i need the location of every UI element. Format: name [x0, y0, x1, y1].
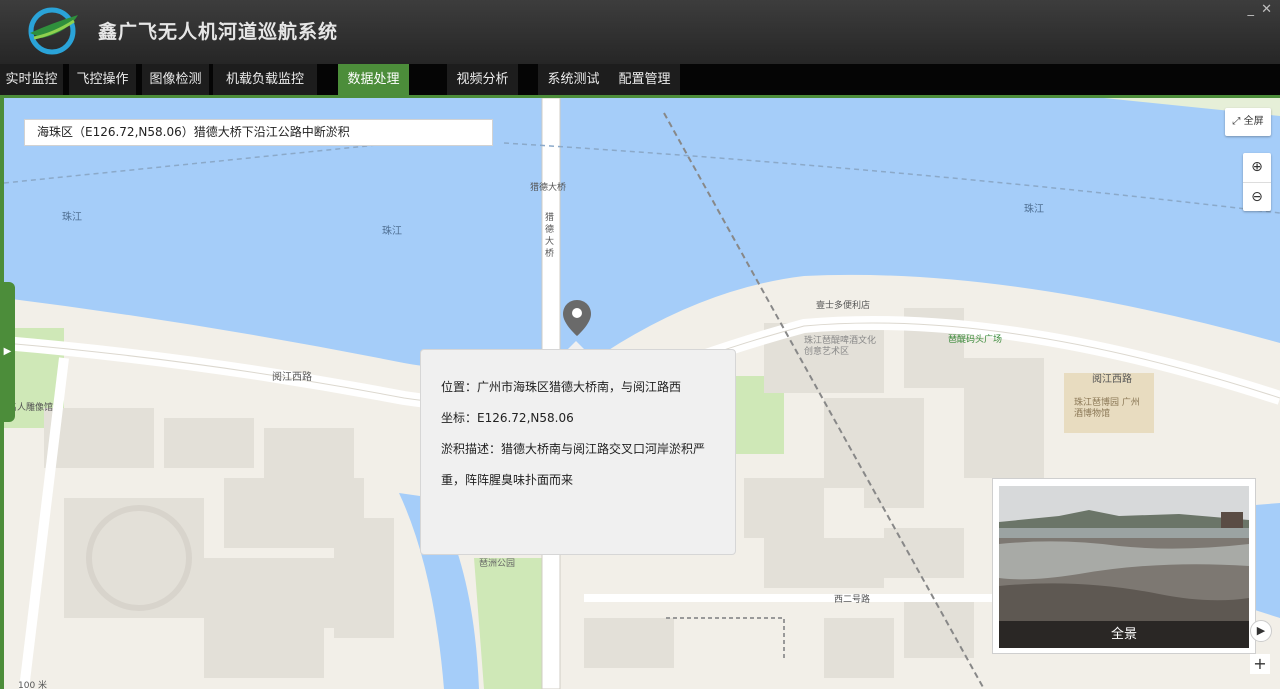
popup-coords: 坐标：E126.72,N58.06: [441, 411, 574, 425]
map-label-river: 珠江: [382, 226, 402, 237]
map-scale: 100 米: [18, 681, 48, 689]
next-arrow-icon[interactable]: ▶: [1250, 620, 1272, 642]
zoom-controls: ⊕ ⊖: [1243, 153, 1271, 211]
panorama-caption: 全景: [999, 621, 1249, 648]
panorama-photo[interactable]: 全景: [999, 486, 1249, 648]
fullscreen-label: 全屏: [1243, 116, 1264, 127]
popup-position: 位置：广州市海珠区猎德大桥南，与阅江路西: [441, 380, 682, 394]
menu-payload-monitor[interactable]: 机载负载监控: [213, 64, 317, 95]
title-bar: 鑫广飞无人机河道巡航系统 _ ✕: [0, 0, 1280, 64]
map-label-bridge-char: 桥: [545, 249, 555, 259]
expand-icon: ⤢: [1232, 116, 1241, 127]
menu-video-analysis[interactable]: 视频分析: [447, 64, 518, 95]
info-popup: 位置：广州市海珠区猎德大桥南，与阅江路西 坐标：E126.72,N58.06 淤…: [420, 349, 736, 555]
map-label-bridge-char: 大: [545, 237, 555, 247]
popup-description: 淤积描述：猎德大桥南与阅江路交叉口河岸淤积严: [441, 442, 706, 456]
map-label-bridge-char: 德: [545, 225, 555, 235]
main-menu: 实时监控 飞控操作 图像检测 机载负载监控 数据处理 视频分析 系统测试 配置管…: [0, 64, 1280, 95]
location-info-bar: 海珠区（E126.72,N58.06）猎德大桥下沿江公路中断淤积: [24, 119, 493, 146]
fullscreen-button[interactable]: ⤢ 全屏: [1225, 108, 1271, 136]
map-label-river: 珠江: [1024, 204, 1044, 215]
menu-system-test[interactable]: 系统测试: [538, 64, 609, 95]
app-logo: [28, 7, 78, 55]
map-label-bridge-char: 猎: [545, 213, 555, 223]
map-label-park2: 琶洲公园: [479, 559, 516, 569]
app-title: 鑫广飞无人机河道巡航系统: [98, 21, 339, 43]
minimize-button[interactable]: _: [1248, 2, 1255, 17]
side-panel-toggle-icon[interactable]: ▶: [0, 282, 15, 422]
map-label-river: 珠江: [62, 212, 82, 223]
zoom-out-icon[interactable]: ⊖: [1243, 182, 1271, 212]
panorama-card[interactable]: 全景: [992, 478, 1256, 654]
map-label-bridge: 猎德大桥: [530, 183, 567, 193]
map-label-park: 珠江琶醍啤酒文化创意艺术区: [804, 336, 877, 357]
menu-config[interactable]: 配置管理: [609, 64, 680, 95]
map-label-road: 阅江西路: [272, 372, 312, 383]
map-label-shop: 壹士多便利店: [816, 301, 871, 311]
add-icon[interactable]: +: [1250, 654, 1270, 674]
menu-realtime-monitor[interactable]: 实时监控: [0, 64, 63, 95]
close-button[interactable]: ✕: [1261, 2, 1272, 17]
map-label-bridge-vertical: 猎 德 大 桥: [545, 212, 554, 260]
menu-data-processing[interactable]: 数据处理: [338, 64, 409, 95]
popup-description-cont: 重，阵阵腥臭味扑面而来: [441, 473, 574, 487]
map-marker-icon[interactable]: [563, 300, 591, 336]
map-label-road: 西二号路: [834, 595, 871, 605]
menu-image-detection[interactable]: 图像检测: [142, 64, 209, 95]
menu-flight-control[interactable]: 飞控操作: [69, 64, 136, 95]
map-label-road: 阅江西路: [1092, 374, 1132, 385]
map-label-plaza: 琶醍码头广场: [948, 335, 1003, 345]
map-label-museum: 珠江琶博园 广州酒博物馆: [1074, 398, 1140, 419]
zoom-in-icon[interactable]: ⊕: [1243, 153, 1271, 182]
